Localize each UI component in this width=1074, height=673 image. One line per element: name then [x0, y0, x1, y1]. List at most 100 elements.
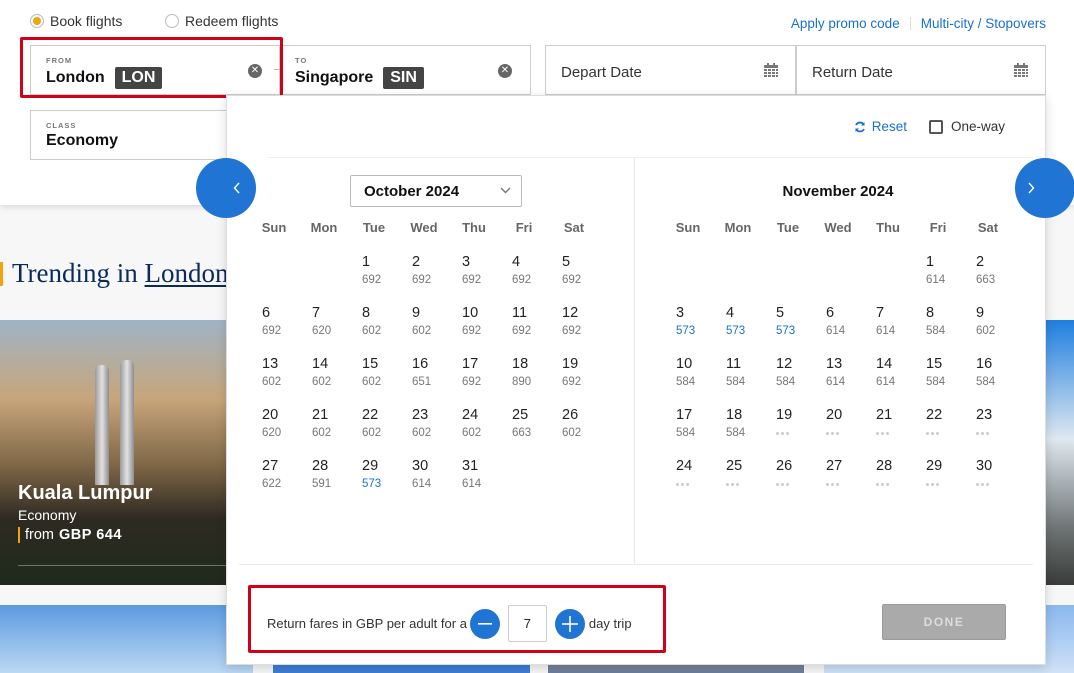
increase-days-button[interactable] [554, 608, 585, 639]
calendar-day[interactable]: 19 692 [549, 356, 599, 407]
calendar-day[interactable]: 11 692 [499, 305, 549, 356]
return-date-placeholder: Return Date [812, 64, 893, 81]
calendar-day[interactable]: 26 602 [549, 407, 599, 458]
calendar-day[interactable]: 22 [913, 407, 963, 458]
calendar-day[interactable]: 9 602 [963, 305, 1013, 356]
calendar-day[interactable]: 16 584 [963, 356, 1013, 407]
calendar-day[interactable]: 26 [763, 458, 813, 509]
calendar-day[interactable]: 15 602 [349, 356, 399, 407]
calendar-grid: 1 692 2 692 3 692 4 692 5 692 6 692 7 620 8 602 9 602 10 69… [249, 254, 599, 509]
calendar-day[interactable]: 19 [763, 407, 813, 458]
calendar-day[interactable]: 17 692 [449, 356, 499, 407]
from-field[interactable]: FROM London LON ✕ [30, 45, 280, 95]
calendar-day[interactable]: 7 620 [299, 305, 349, 356]
calendar-day[interactable]: 14 614 [863, 356, 913, 407]
destination-card-partial[interactable] [0, 605, 253, 673]
calendar-day[interactable]: 1 614 [913, 254, 963, 305]
calendar-day[interactable]: 12 692 [549, 305, 599, 356]
calendar-day[interactable]: 24 602 [449, 407, 499, 458]
checkbox-icon [928, 119, 943, 134]
day-number: 9 [412, 305, 421, 321]
multi-city-link[interactable]: Multi-city / Stopovers [921, 16, 1046, 31]
calendar-day[interactable]: 4 573 [713, 305, 763, 356]
weekday-label: Mon [310, 220, 338, 235]
class-field[interactable]: CLASS Economy [30, 110, 230, 160]
calendar-day[interactable]: 22 602 [349, 407, 399, 458]
calendar-day[interactable]: 15 584 [913, 356, 963, 407]
book-flights-radio[interactable]: Book flights [30, 13, 165, 29]
calendar-day[interactable]: 4 692 [499, 254, 549, 305]
one-way-checkbox[interactable]: One-way [928, 119, 1005, 134]
trip-length-control: Return fares in GBP per adult for a day … [267, 605, 632, 642]
calendar-day[interactable]: 23 602 [399, 407, 449, 458]
calendar-day[interactable]: 21 [863, 407, 913, 458]
return-date-field[interactable]: Return Date [796, 45, 1046, 95]
day-number: 2 [976, 254, 985, 270]
apply-promo-code-link[interactable]: Apply promo code [791, 16, 900, 31]
calendar-day[interactable]: 7 614 [863, 305, 913, 356]
plus-icon [561, 615, 578, 632]
clear-from-icon[interactable]: ✕ [248, 64, 262, 78]
previous-month-button[interactable] [196, 158, 256, 218]
calendar-day[interactable]: 5 692 [549, 254, 599, 305]
calendar-day[interactable]: 8 602 [349, 305, 399, 356]
calendar-day[interactable]: 20 620 [249, 407, 299, 458]
calendar-day[interactable]: 9 602 [399, 305, 449, 356]
destination-card-partial[interactable] [1046, 320, 1074, 585]
empty-day-cell [863, 254, 913, 305]
calendar-day[interactable]: 17 584 [663, 407, 713, 458]
reset-button[interactable]: Reset [854, 119, 907, 134]
calendar-day[interactable]: 30 614 [399, 458, 449, 509]
fare-loading-icon [926, 432, 963, 435]
from-city: London [46, 69, 105, 86]
calendar-day[interactable]: 28 [863, 458, 913, 509]
calendar-day[interactable]: 8 584 [913, 305, 963, 356]
calendar-day[interactable]: 11 584 [713, 356, 763, 407]
to-field[interactable]: TO Singapore SIN ✕ [280, 45, 531, 95]
depart-date-field[interactable]: Depart Date [545, 45, 796, 95]
calendar-day[interactable]: 29 573 [349, 458, 399, 509]
calendar-day[interactable]: 6 614 [813, 305, 863, 356]
calendar-day[interactable]: 27 622 [249, 458, 299, 509]
calendar-day[interactable]: 14 602 [299, 356, 349, 407]
calendar-day[interactable]: 24 [663, 458, 713, 509]
price-value: GBP 644 [59, 527, 122, 543]
calendar-day[interactable]: 2 692 [399, 254, 449, 305]
calendar-day[interactable]: 27 [813, 458, 863, 509]
done-button[interactable]: DONE [882, 604, 1006, 640]
calendar-day[interactable]: 6 692 [249, 305, 299, 356]
calendar-day[interactable]: 2 663 [963, 254, 1013, 305]
calendar-day[interactable]: 3 573 [663, 305, 713, 356]
trip-days-input[interactable] [507, 605, 547, 642]
clear-to-icon[interactable]: ✕ [498, 64, 512, 78]
calendar-day[interactable]: 13 614 [813, 356, 863, 407]
calendar-day[interactable]: 10 692 [449, 305, 499, 356]
next-month-button[interactable] [1015, 158, 1074, 218]
calendar-day[interactable]: 1 692 [349, 254, 399, 305]
calendar-day[interactable]: 30 [963, 458, 1013, 509]
destination-card[interactable]: Kuala Lumpur Economy from GBP 644 [0, 320, 230, 585]
calendar-day[interactable]: 13 602 [249, 356, 299, 407]
trip-type-radio-group: Book flights Redeem flights [30, 13, 278, 29]
calendar-day[interactable]: 28 591 [299, 458, 349, 509]
calendar-day[interactable]: 18 890 [499, 356, 549, 407]
month-select-dropdown[interactable]: October 2024 [350, 175, 522, 207]
calendar-day[interactable]: 3 692 [449, 254, 499, 305]
calendar-day[interactable]: 31 614 [449, 458, 499, 509]
trending-city-link[interactable]: London [145, 258, 229, 289]
calendar-day[interactable]: 12 584 [763, 356, 813, 407]
calendar-day[interactable]: 10 584 [663, 356, 713, 407]
decrease-days-button[interactable] [469, 608, 500, 639]
day-number: 13 [262, 356, 279, 372]
calendar-day[interactable]: 25 663 [499, 407, 549, 458]
calendar-day[interactable]: 20 [813, 407, 863, 458]
day-number: 6 [262, 305, 271, 321]
calendar-day[interactable]: 16 651 [399, 356, 449, 407]
calendar-day[interactable]: 18 584 [713, 407, 763, 458]
calendar-day[interactable]: 21 602 [299, 407, 349, 458]
redeem-flights-radio[interactable]: Redeem flights [165, 13, 278, 29]
calendar-day[interactable]: 23 [963, 407, 1013, 458]
calendar-day[interactable]: 5 573 [763, 305, 813, 356]
calendar-day[interactable]: 29 [913, 458, 963, 509]
calendar-day[interactable]: 25 [713, 458, 763, 509]
